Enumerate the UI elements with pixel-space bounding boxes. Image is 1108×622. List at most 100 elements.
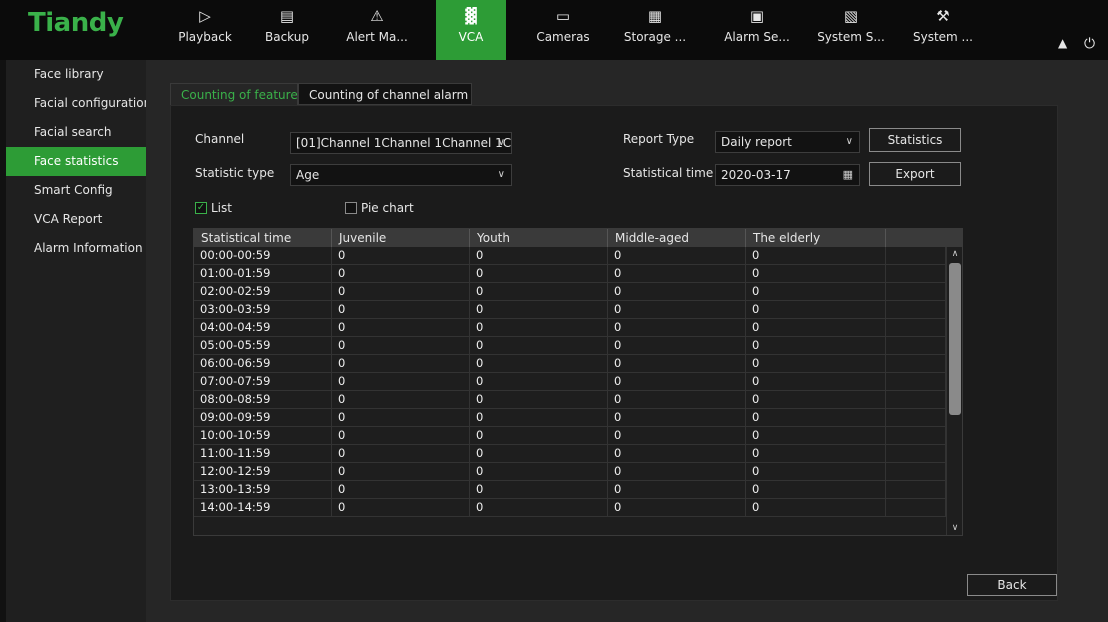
statistic-type-value: Age (296, 168, 320, 182)
nav-playback[interactable]: ▷ Playback (170, 0, 240, 60)
chevron-down-icon: ∨ (845, 136, 853, 147)
main-content: Counting of features Counting of channel… (146, 60, 1108, 622)
nav-cameras[interactable]: ▭ Cameras (528, 0, 598, 60)
sidebar-item-vca-report[interactable]: VCA Report (6, 205, 146, 234)
statistic-type-label: Statistic type (195, 166, 275, 180)
table-cell: 0 (746, 481, 886, 499)
table-cell: 02:00-02:59 (194, 283, 332, 301)
nav-storage[interactable]: ▦ Storage ... (620, 0, 690, 60)
nav-vca[interactable]: ▓ VCA (436, 0, 506, 60)
pie-chart-label: Pie chart (361, 201, 414, 215)
sidebar-item-smart-config[interactable]: Smart Config (6, 176, 146, 205)
sidebar-item-facial-configuration[interactable]: Facial configuration (6, 89, 151, 118)
table-cell: 11:00-11:59 (194, 445, 332, 463)
channel-value: [01]Channel 1Channel 1Channel 1Ch (296, 136, 512, 150)
table-row[interactable]: 14:00-14:59 0 0 0 0 (194, 499, 946, 517)
nav-system-maintenance[interactable]: ⚒ System ... (908, 0, 978, 60)
system-settings-icon: ▧ (843, 7, 859, 25)
table-cell: 06:00-06:59 (194, 355, 332, 373)
calendar-icon: ▦ (647, 7, 663, 25)
nav-label: System ... (912, 30, 973, 44)
scroll-up-icon[interactable]: ∧ (947, 247, 962, 261)
list-checkbox[interactable]: ✓ (195, 202, 207, 214)
power-icon[interactable]: ⏻ (1084, 36, 1095, 52)
table-row[interactable]: 06:00-06:59 0 0 0 0 (194, 355, 946, 373)
table-row[interactable]: 01:00-01:59 0 0 0 0 (194, 265, 946, 283)
table-cell: 12:00-12:59 (194, 463, 332, 481)
table-cell: 0 (746, 391, 886, 409)
table-cell: 0 (746, 445, 886, 463)
statistic-type-select[interactable]: Age ∨ (290, 164, 512, 186)
playback-icon: ▷ (199, 7, 211, 25)
table-row[interactable]: 10:00-10:59 0 0 0 0 (194, 427, 946, 445)
table-row[interactable]: 09:00-09:59 0 0 0 0 (194, 409, 946, 427)
nav-alarm-settings[interactable]: ▣ Alarm Se... (722, 0, 792, 60)
table-cell: 0 (608, 481, 746, 499)
tab-counting-of-channel-alarm[interactable]: Counting of channel alarm (298, 83, 472, 105)
statistics-table: Statistical time Juvenile Youth Middle-a… (193, 228, 963, 536)
table-cell: 0 (746, 301, 886, 319)
table-cell: 0 (470, 409, 608, 427)
report-type-value: Daily report (721, 135, 792, 149)
table-cell: 0 (332, 283, 470, 301)
table-row[interactable]: 08:00-08:59 0 0 0 0 (194, 391, 946, 409)
top-navigation-bar: Tiandy ▷ Playback ▤ Backup ⚠ Alert Ma...… (0, 0, 1108, 60)
table-row[interactable]: 12:00-12:59 0 0 0 0 (194, 463, 946, 481)
statistics-button[interactable]: Statistics (869, 128, 961, 152)
table-cell: 04:00-04:59 (194, 319, 332, 337)
table-cell: 0 (332, 499, 470, 517)
statistical-time-field[interactable]: 2020-03-17 ▦ (715, 164, 860, 186)
table-cell-spacer (886, 481, 946, 499)
bell-icon[interactable]: ▲ (1058, 36, 1067, 50)
table-cell: 14:00-14:59 (194, 499, 332, 517)
sidebar-item-alarm-information[interactable]: Alarm Information (6, 234, 146, 263)
table-cell: 01:00-01:59 (194, 265, 332, 283)
table-row[interactable]: 04:00-04:59 0 0 0 0 (194, 319, 946, 337)
sidebar-item-face-statistics[interactable]: Face statistics (6, 147, 146, 176)
table-cell-spacer (886, 337, 946, 355)
table-cell: 0 (608, 265, 746, 283)
calendar-icon[interactable]: ▦ (843, 165, 853, 185)
table-row[interactable]: 05:00-05:59 0 0 0 0 (194, 337, 946, 355)
table-row[interactable]: 13:00-13:59 0 0 0 0 (194, 481, 946, 499)
export-button[interactable]: Export (869, 162, 961, 186)
table-row[interactable]: 11:00-11:59 0 0 0 0 (194, 445, 946, 463)
sidebar-item-face-library[interactable]: Face library (6, 60, 146, 89)
table-cell: 0 (608, 445, 746, 463)
table-cell: 13:00-13:59 (194, 481, 332, 499)
tab-counting-of-features[interactable]: Counting of features (170, 83, 304, 105)
scrollbar-thumb[interactable] (949, 263, 961, 415)
report-type-label: Report Type (623, 132, 695, 146)
nav-label: VCA (458, 30, 484, 44)
table-cell: 0 (608, 247, 746, 265)
table-cell: 0 (746, 337, 886, 355)
column-header: The elderly (746, 229, 886, 247)
table-cell: 0 (608, 319, 746, 337)
table-cell: 0 (470, 499, 608, 517)
table-cell-spacer (886, 373, 946, 391)
table-cell-spacer (886, 301, 946, 319)
table-cell: 0 (332, 247, 470, 265)
nav-label: Cameras (536, 30, 590, 44)
table-row[interactable]: 07:00-07:59 0 0 0 0 (194, 373, 946, 391)
nav-label: Alarm Se... (724, 30, 790, 44)
table-cell: 0 (746, 463, 886, 481)
back-button[interactable]: Back (967, 574, 1057, 596)
scroll-down-icon[interactable]: ∨ (947, 521, 962, 535)
table-cell-spacer (886, 247, 946, 265)
table-row[interactable]: 00:00-00:59 0 0 0 0 (194, 247, 946, 265)
table-cell: 0 (608, 283, 746, 301)
pie-chart-checkbox[interactable] (345, 202, 357, 214)
table-cell: 0 (608, 301, 746, 319)
nav-label: Playback (178, 30, 232, 44)
channel-select[interactable]: [01]Channel 1Channel 1Channel 1Ch ∨ (290, 132, 512, 154)
sidebar-item-facial-search[interactable]: Facial search (6, 118, 146, 147)
table-scrollbar[interactable]: ∧ ∨ (946, 247, 962, 535)
nav-system-settings[interactable]: ▧ System S... (816, 0, 886, 60)
report-type-select[interactable]: Daily report ∨ (715, 131, 860, 153)
nav-backup[interactable]: ▤ Backup (252, 0, 322, 60)
nav-alert-management[interactable]: ⚠ Alert Ma... (342, 0, 412, 60)
table-row[interactable]: 02:00-02:59 0 0 0 0 (194, 283, 946, 301)
table-row[interactable]: 03:00-03:59 0 0 0 0 (194, 301, 946, 319)
save-icon: ▤ (279, 7, 295, 25)
